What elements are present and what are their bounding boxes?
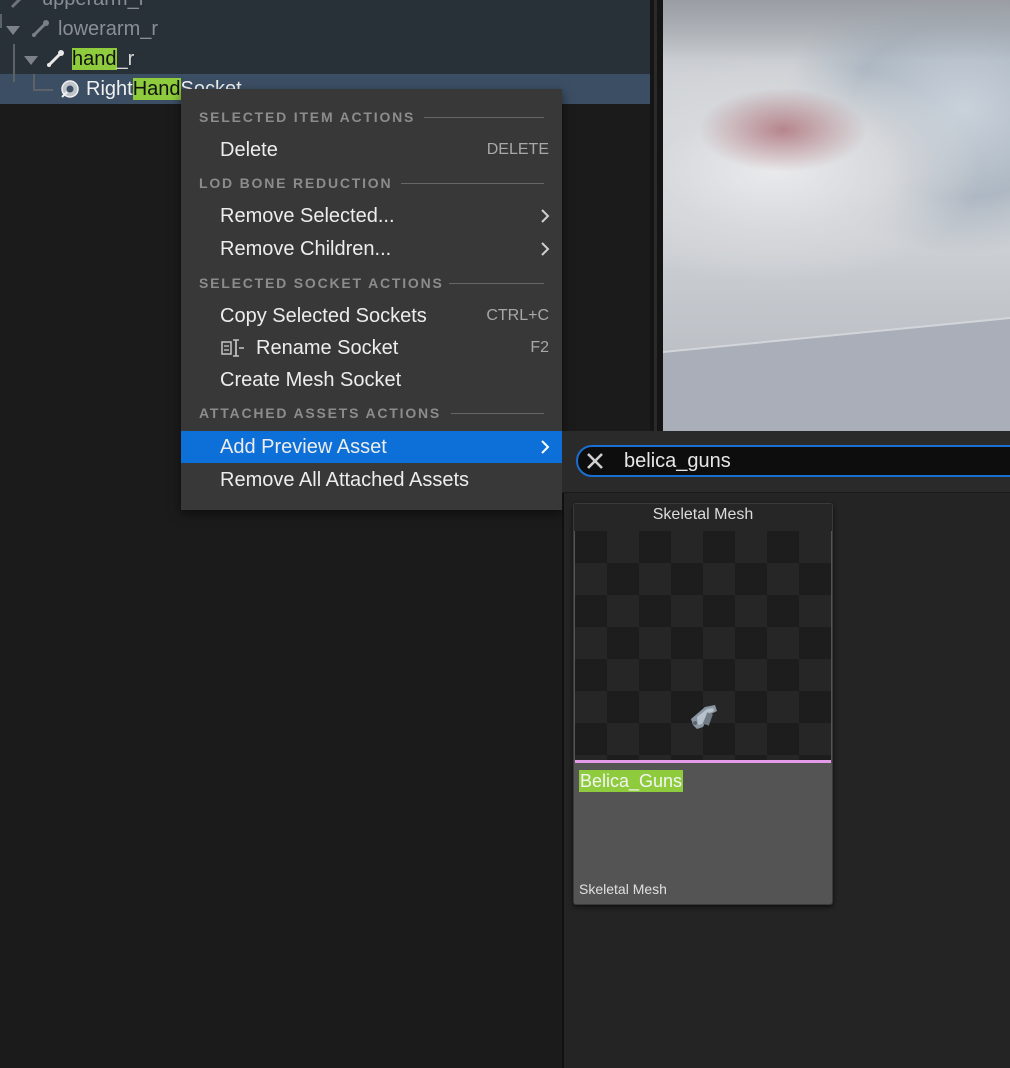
viewport-floor [663,317,1010,432]
tree-label-prefix: Right [86,78,133,100]
tree-connector [33,74,35,90]
panel-splitter[interactable] [650,0,663,432]
menu-item-label: Rename Socket [256,337,399,359]
gun-mesh-icon [691,705,717,729]
section-divider [401,183,544,184]
bone-icon [10,0,22,9]
menu-item-add-preview-asset[interactable]: Add Preview Asset [181,431,562,463]
section-header-attached-assets-actions: ATTACHED ASSETS ACTIONS [199,405,442,421]
asset-thumbnail [575,531,831,760]
tree-connector [33,89,53,91]
section-divider [451,413,544,414]
bone-icon [46,50,64,68]
tree-label: hand_r [72,44,134,74]
tree-row-upperarm-r[interactable]: upperarm_r [0,0,650,14]
asset-search-input[interactable] [624,447,1004,475]
asset-type-color-bar [575,760,831,763]
menu-item-copy-selected-sockets[interactable]: Copy Selected Sockets CTRL+C [181,300,562,332]
shortcut-label: F2 [530,339,549,356]
section-header-selected-item-actions: SELECTED ITEM ACTIONS [199,109,416,125]
rename-icon [221,339,244,357]
tree-row-lowerarm-r[interactable]: lowerarm_r [0,14,650,44]
bone-icon [31,20,49,38]
menu-item-label: Remove All Attached Assets [220,469,470,491]
section-header-selected-socket-actions: SELECTED SOCKET ACTIONS [199,275,444,291]
socket-icon [61,80,79,98]
asset-type-header: Skeletal Mesh [574,504,832,531]
tree-connector [13,74,15,82]
menu-item-create-mesh-socket[interactable]: Create Mesh Socket [181,364,562,396]
menu-item-label: Remove Children... [220,238,392,260]
menu-item-remove-all-attached-assets[interactable]: Remove All Attached Assets [181,464,562,496]
clear-search-icon[interactable] [586,452,604,470]
chevron-right-icon [541,440,550,454]
asset-type-label: Skeletal Mesh [579,881,667,897]
section-header-lod-bone-reduction: LOD BONE REDUCTION [199,175,393,191]
menu-item-delete[interactable]: Delete DELETE [181,134,562,166]
menu-item-label: Create Mesh Socket [220,369,402,391]
search-match-highlight: Hand [132,78,181,100]
tree-label: upperarm_r [42,0,145,14]
menu-item-remove-children[interactable]: Remove Children... [181,233,562,265]
asset-name: Belica_Guns [579,770,684,792]
search-match-highlight: hand [72,48,117,70]
section-divider [424,117,544,118]
chevron-right-icon [541,209,550,223]
section-divider [449,283,544,284]
menu-item-label: Remove Selected... [220,205,395,227]
shortcut-label: DELETE [486,141,549,158]
tree-connector [13,44,15,74]
asset-tile-belica-guns[interactable]: Skeletal Mesh Belica_Guns Skeletal Mesh [573,503,833,905]
preview-viewport[interactable] [663,0,1010,432]
tree-connector [0,14,2,28]
asset-search-box [576,445,1010,477]
menu-item-label: Copy Selected Sockets [220,305,427,327]
tree-label-suffix: _r [116,48,135,70]
chevron-right-icon [541,242,550,256]
asset-search-bar [562,431,1010,493]
expand-arrow-icon[interactable] [24,56,38,65]
context-menu: SELECTED ITEM ACTIONS Delete DELETE LOD … [181,89,562,510]
menu-item-rename-socket[interactable]: Rename Socket F2 [181,332,562,364]
menu-item-label: Add Preview Asset [220,436,387,458]
tree-label: lowerarm_r [58,18,159,40]
menu-item-label: Delete [220,139,278,161]
shortcut-label: CTRL+C [486,307,549,324]
tree-row-hand-r[interactable]: hand_r [0,44,650,74]
expand-arrow-icon[interactable] [6,26,20,35]
menu-item-remove-selected[interactable]: Remove Selected... [181,200,562,232]
asset-picker-submenu: Skeletal Mesh Belica_Guns Skeletal Mesh [562,431,1010,1068]
